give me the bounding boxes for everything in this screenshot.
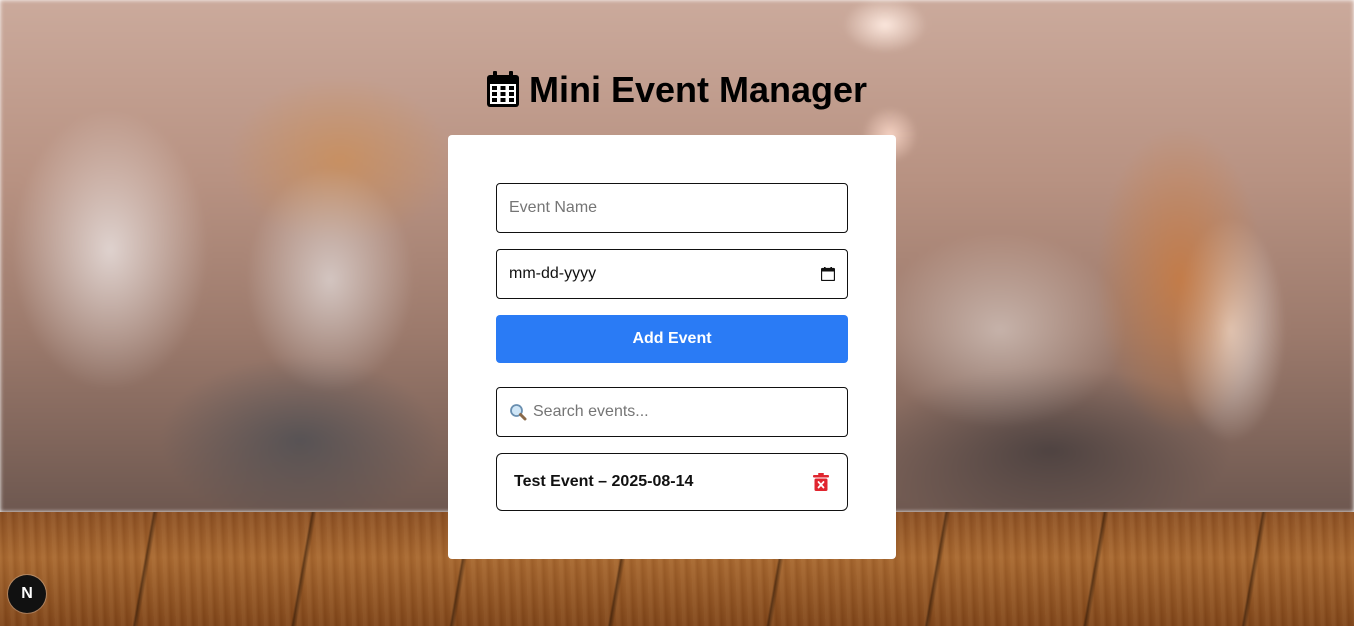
- calendar-icon: [486, 71, 519, 107]
- nextjs-badge[interactable]: N: [8, 575, 46, 613]
- page-title-text: Mini Event Manager: [528, 69, 868, 110]
- add-event-button[interactable]: Add Event: [496, 315, 848, 363]
- event-date-input[interactable]: mm-dd-yyyy: [496, 249, 848, 299]
- page-title: Mini Event Manager: [0, 66, 1354, 114]
- event-name-input[interactable]: Event Name: [496, 183, 848, 233]
- date-picker-icon[interactable]: [820, 267, 836, 282]
- nextjs-badge-label: N: [21, 585, 33, 602]
- event-list-item: Test Event – 2025-08-14: [496, 453, 848, 511]
- search-input[interactable]: Search events...: [496, 387, 848, 437]
- magnifier-icon: [509, 403, 527, 421]
- event-date-value: mm-dd-yyyy: [509, 265, 597, 282]
- search-placeholder: Search events...: [533, 403, 649, 420]
- add-event-button-label: Add Event: [632, 330, 712, 347]
- event-card: Event Name mm-dd-yyyy Add Event Search e…: [448, 135, 896, 559]
- trash-icon[interactable]: [813, 473, 829, 491]
- event-name-placeholder: Event Name: [509, 199, 598, 216]
- event-label: Test Event – 2025-08-14: [514, 473, 694, 490]
